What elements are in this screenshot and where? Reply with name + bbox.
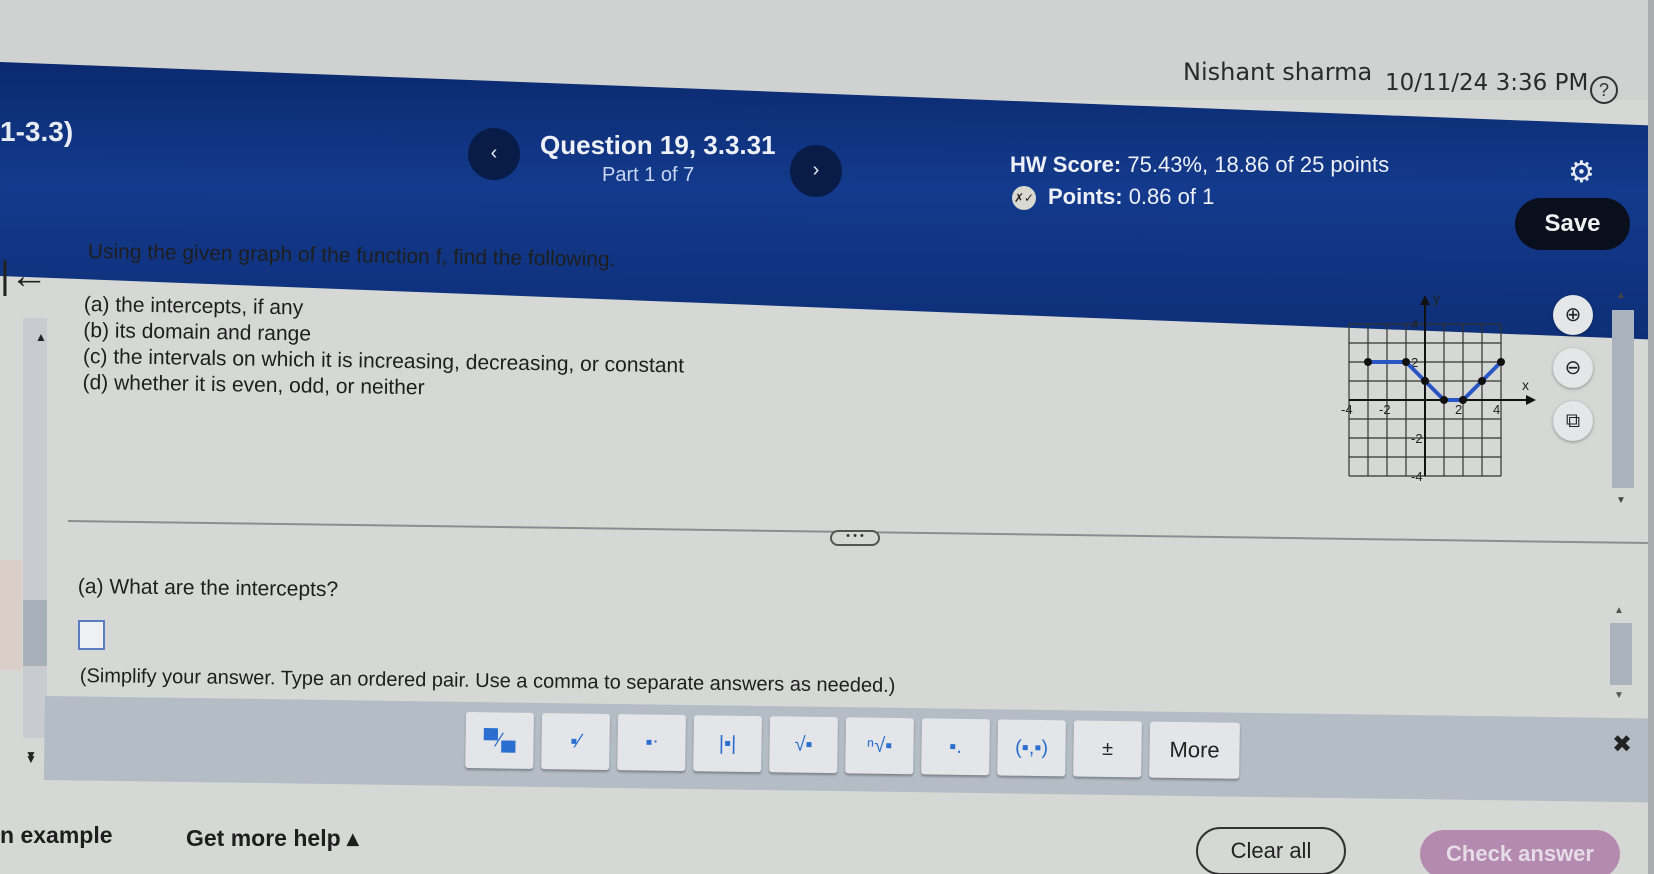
hw-score: HW Score: 75.43%, 18.86 of 25 points [1010,152,1389,178]
y-axis-arrow [1420,295,1430,305]
answer-scrollbar[interactable]: ▲ ▼ [1610,605,1632,705]
left-scrollbar-thumb[interactable] [23,600,47,666]
clear-all-button[interactable]: Clear all [1196,827,1346,874]
nth-root-button[interactable]: ⁿ√▪ [845,717,914,775]
scroll-up-icon[interactable]: ▲ [35,330,47,344]
zoom-in-icon[interactable]: ⊕ [1553,295,1593,335]
scroll-up-icon[interactable]: ▲ [1616,290,1626,301]
absolute-value-button[interactable]: |▪| [693,715,762,773]
points-label: Points: [1048,184,1123,209]
previous-question-button[interactable]: ‹ [468,128,520,180]
get-more-help-button[interactable]: Get more help ▴ [186,825,359,852]
function-graph: yx-4 -2 2 442-2-4 [1341,290,1536,484]
hw-score-label: HW Score: [1010,152,1122,177]
points: ✗✓ Points: 0.86 of 1 [1012,184,1215,211]
left-scrollbar[interactable] [23,318,47,738]
scroll-up-icon[interactable]: ▲ [1614,605,1624,616]
save-button[interactable]: Save [1515,198,1630,250]
close-icon[interactable]: ✖ [1612,730,1632,759]
y-tick-label: -4 [1411,469,1423,484]
expand-button[interactable]: • • • [830,530,880,546]
more-button[interactable]: More [1149,721,1240,779]
chevron-right-icon: › [812,159,820,181]
points-value: 0.86 of 1 [1128,184,1215,209]
function-point [1421,377,1429,385]
next-question-button[interactable]: › [790,145,842,197]
question-scrollbar-thumb[interactable] [1612,310,1634,488]
ordered-pair-button[interactable]: (▪,▪) [997,719,1066,777]
function-point [1440,396,1448,404]
question-scrollbar[interactable]: ▲ ▼ [1612,290,1634,520]
hw-score-value: 75.43%, 18.86 of 25 points [1127,152,1390,177]
scroll-down-icon[interactable]: ▼ [1616,495,1626,506]
x-tick-label: 4 [1493,402,1500,417]
section-code: 1-3.3) [0,116,74,147]
screen-edge [1648,0,1654,874]
mixed-number-button[interactable]: ▪⁄ [541,713,610,771]
y-tick-label: 4 [1411,317,1418,332]
gear-icon[interactable]: ⚙ [1568,155,1595,190]
math-keypad-buttons: ▀⁄▄ ▪⁄ ▪ᐧ |▪| √▪ ⁿ√▪ ▪. (▪,▪) ± More [465,712,1240,779]
x-tick-label: -4 [1341,402,1353,417]
graph-tools: ⊕ ⊖ ⧉ [1553,295,1593,454]
left-panel-tint [0,560,22,670]
view-example-link[interactable]: n example [0,822,113,849]
function-point [1459,396,1467,404]
answer-scrollbar-thumb[interactable] [1610,623,1632,685]
function-point [1364,358,1372,366]
exponent-button[interactable]: ▪ᐧ [617,714,686,772]
question-parts-list: (a) the intercepts, if any (b) its domai… [82,292,685,405]
collapse-keypad-icon[interactable]: ▼ [25,752,37,766]
square-root-button[interactable]: √▪ [769,716,838,774]
x-tick-label: -2 [1379,402,1391,417]
answer-instructions: (Simplify your answer. Type an ordered p… [79,665,896,697]
zoom-out-icon[interactable]: ⊖ [1553,348,1593,388]
x-axis-arrow [1526,395,1536,405]
part-label: Part 1 of 7 [602,164,695,186]
x-axis-label: x [1522,377,1529,393]
function-point [1478,377,1486,385]
function-point [1402,358,1410,366]
check-answer-button[interactable]: Check answer [1420,830,1620,874]
function-point [1497,358,1505,366]
popout-icon[interactable]: ⧉ [1553,401,1593,441]
answer-question: (a) What are the intercepts? [77,575,339,602]
fraction-button[interactable]: ▀⁄▄ [465,712,534,769]
scroll-down-icon[interactable]: ▼ [1614,690,1624,701]
y-axis-label: y [1433,290,1440,306]
x-tick-label: 2 [1455,402,1462,417]
question-title: Question 19, 3.3.31 [540,130,776,160]
answer-input[interactable] [78,620,105,650]
y-tick-label: -2 [1411,431,1423,446]
subscript-button[interactable]: ▪. [921,718,990,776]
plus-minus-button[interactable]: ± [1073,720,1142,778]
chevron-left-icon: ‹ [490,142,498,164]
back-to-start-icon[interactable]: |← [0,255,48,298]
partial-credit-icon: ✗✓ [1012,186,1036,211]
